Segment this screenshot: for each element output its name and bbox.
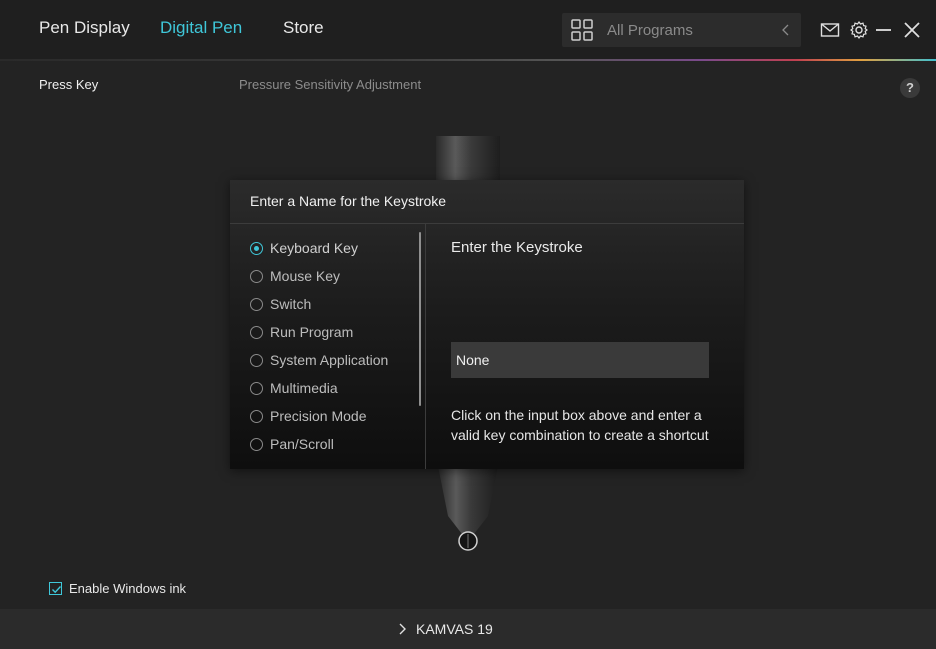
option-label: Precision Mode	[270, 408, 367, 424]
top-navigation-bar: Pen Display Digital Pen Store All Progra…	[0, 0, 936, 60]
option-system-application[interactable]: System Application	[250, 346, 420, 374]
radio-precision-mode[interactable]	[250, 409, 263, 423]
chevron-left-icon	[782, 24, 789, 36]
radio-mouse-key[interactable]	[250, 269, 263, 283]
help-icon[interactable]: ?	[900, 78, 920, 98]
tab-press-key[interactable]: Press Key	[39, 77, 98, 92]
radio-system-application[interactable]	[250, 353, 263, 367]
device-footer: KAMVAS 19	[0, 609, 936, 649]
option-switch[interactable]: Switch	[250, 290, 420, 318]
program-selector[interactable]: All Programs	[562, 13, 801, 47]
radio-pan-scroll[interactable]	[250, 437, 263, 451]
option-label: Run Program	[270, 324, 354, 340]
option-label: Keyboard Key	[270, 240, 358, 256]
keystroke-heading: Enter the Keystroke	[451, 239, 583, 256]
option-label: Switch	[270, 296, 312, 312]
enable-windows-ink-toggle[interactable]: Enable Windows ink	[49, 581, 186, 596]
option-label: System Application	[270, 352, 389, 368]
radio-run-program[interactable]	[250, 325, 263, 339]
grid-icon	[571, 19, 593, 41]
keystroke-dialog: Enter a Name for the Keystroke Keyboard …	[230, 180, 744, 469]
radio-switch[interactable]	[250, 297, 263, 311]
dialog-column-divider	[425, 224, 426, 469]
option-multimedia[interactable]: Multimedia	[250, 374, 420, 402]
option-precision-mode[interactable]: Precision Mode	[250, 402, 420, 430]
chevron-right-icon	[399, 623, 406, 635]
option-mouse-key[interactable]: Mouse Key	[250, 262, 420, 290]
device-selector[interactable]: KAMVAS 19	[397, 621, 493, 637]
checkmark-icon	[52, 586, 62, 594]
minimize-icon[interactable]	[874, 20, 894, 40]
radio-keyboard-key[interactable]	[250, 241, 263, 255]
tab-pressure-sensitivity[interactable]: Pressure Sensitivity Adjustment	[239, 77, 421, 92]
dialog-divider	[230, 223, 744, 224]
keystroke-input[interactable]	[451, 342, 709, 378]
tab-pen-display[interactable]: Pen Display	[39, 18, 130, 38]
program-selector-value: All Programs	[607, 22, 693, 39]
option-keyboard-key[interactable]: Keyboard Key	[250, 234, 420, 262]
option-label: Mouse Key	[270, 268, 341, 284]
radio-multimedia[interactable]	[250, 381, 263, 395]
option-pan-scroll[interactable]: Pan/Scroll	[250, 430, 420, 458]
tab-digital-pen[interactable]: Digital Pen	[160, 18, 242, 38]
tab-store[interactable]: Store	[283, 18, 324, 38]
windows-ink-label: Enable Windows ink	[69, 581, 187, 596]
close-icon[interactable]	[902, 20, 922, 40]
gear-icon[interactable]	[849, 20, 869, 40]
function-options-list: Keyboard Key Mouse Key Switch Run Progra…	[250, 234, 420, 469]
dialog-title: Enter a Name for the Keystroke	[250, 193, 447, 209]
mail-icon[interactable]	[820, 20, 840, 40]
option-label: Multimedia	[270, 380, 338, 396]
option-run-program[interactable]: Run Program	[250, 318, 420, 346]
options-scrollbar[interactable]	[419, 232, 421, 406]
device-name: KAMVAS 19	[416, 621, 493, 637]
keystroke-help-text: Click on the input box above and enter a…	[451, 407, 709, 443]
main-content: Press Key Pressure Sensitivity Adjustmen…	[0, 61, 936, 609]
windows-ink-checkbox[interactable]	[49, 582, 62, 595]
option-label: Pan/Scroll	[270, 436, 334, 452]
